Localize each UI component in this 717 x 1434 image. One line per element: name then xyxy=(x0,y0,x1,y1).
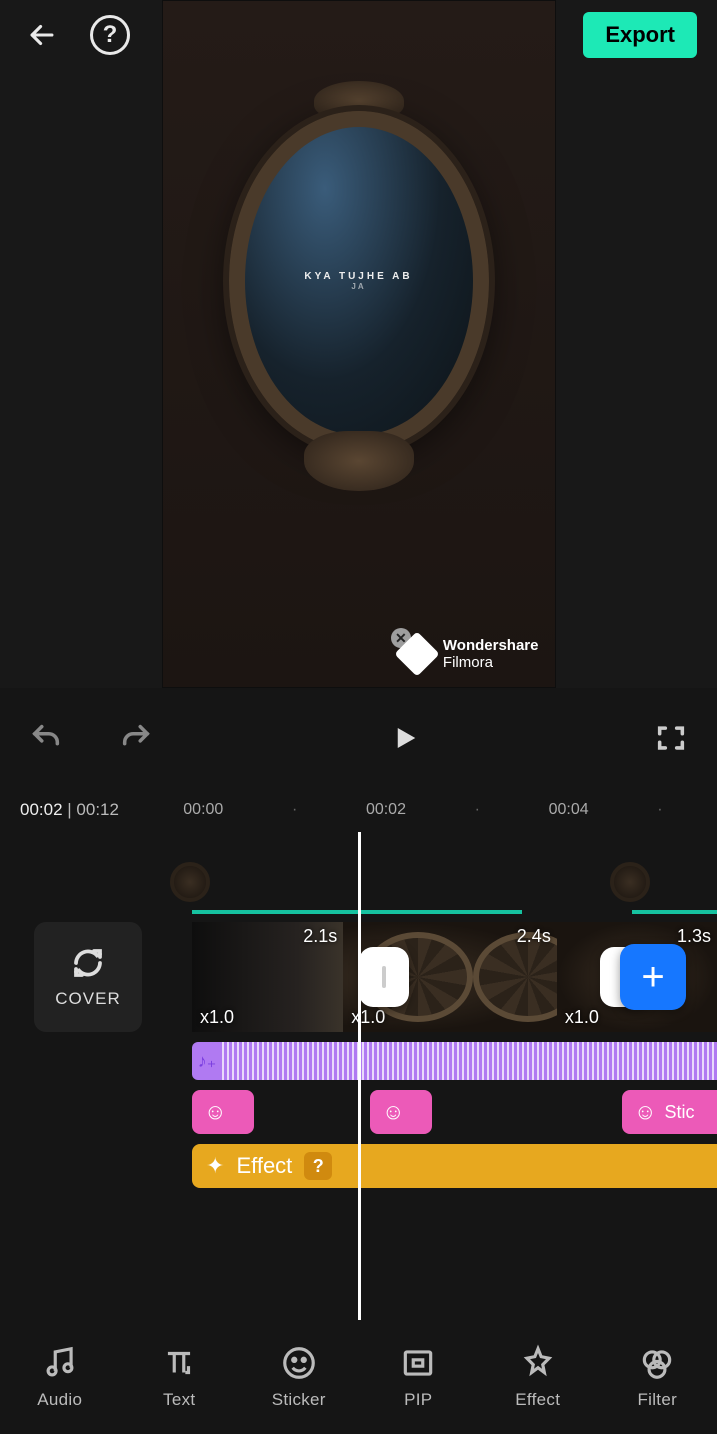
help-button[interactable]: ? xyxy=(90,15,130,55)
tool-filter[interactable]: Filter xyxy=(598,1320,717,1434)
tool-text[interactable]: Text xyxy=(120,1320,240,1434)
redo-button[interactable] xyxy=(114,716,158,760)
fullscreen-button[interactable] xyxy=(649,716,693,760)
clip-speed: x1.0 xyxy=(200,1007,234,1028)
effect-icon xyxy=(519,1344,557,1382)
clip-duration: 2.1s xyxy=(303,926,337,947)
watermark-text: Wondershare Filmora xyxy=(443,637,539,671)
marker-row xyxy=(160,862,717,902)
music-note-icon: ♪₊ xyxy=(192,1051,222,1072)
tool-audio[interactable]: Audio xyxy=(0,1320,120,1434)
bottom-toolbar: Audio Text Sticker PIP Effect Filter xyxy=(0,1320,717,1434)
clip-speed: x1.0 xyxy=(565,1007,599,1028)
sticker-label: Stic xyxy=(664,1102,694,1123)
effect-label: Effect xyxy=(236,1153,292,1179)
help-icon: ? xyxy=(103,21,118,49)
back-button[interactable] xyxy=(20,13,64,57)
export-button[interactable]: Export xyxy=(583,12,697,58)
clip-marker[interactable] xyxy=(610,862,650,902)
cover-label: COVER xyxy=(55,989,120,1009)
preview-canvas[interactable]: KYA TUJHE AB JA ✕ Wondershare Filmora xyxy=(163,1,555,687)
marker-line xyxy=(632,910,717,914)
tool-effect[interactable]: Effect xyxy=(478,1320,598,1434)
plus-icon: + xyxy=(641,955,664,1000)
transition-handle[interactable] xyxy=(359,947,409,1007)
effect-clip[interactable]: ✦ Effect ? xyxy=(192,1144,717,1188)
cover-button[interactable]: COVER xyxy=(34,922,142,1032)
sticker-face-icon: ☺ xyxy=(204,1099,226,1125)
filter-icon xyxy=(638,1344,676,1382)
playhead[interactable] xyxy=(358,832,361,1320)
sticker-clip[interactable]: ☺ xyxy=(370,1090,432,1134)
effect-help-badge[interactable]: ? xyxy=(304,1152,332,1180)
tool-sticker[interactable]: Sticker xyxy=(239,1320,359,1434)
audio-icon xyxy=(41,1344,79,1382)
marker-line xyxy=(192,910,522,914)
video-clip[interactable]: 2.1s x1.0 xyxy=(192,922,343,1032)
watermark[interactable]: ✕ Wondershare Filmora xyxy=(401,637,539,671)
sticker-face-icon: ☺ xyxy=(382,1099,404,1125)
sparkle-icon: ✦ xyxy=(206,1153,224,1179)
text-icon xyxy=(160,1344,198,1382)
video-preview-area: KYA TUJHE AB JA ✕ Wondershare Filmora xyxy=(0,0,717,688)
sticker-clip[interactable]: ☺ xyxy=(192,1090,254,1134)
refresh-icon xyxy=(70,945,106,981)
timeline-ruler[interactable]: 00:00 · 00:02 · 00:04 · xyxy=(149,801,697,819)
timeline[interactable]: COVER 2.1s x1.0 2.4s x1.0 1.3s x1.0 xyxy=(0,832,717,1320)
clip-speed: x1.0 xyxy=(351,1007,385,1028)
audio-track[interactable]: ♪₊ xyxy=(192,1042,717,1080)
timecode-display: 00:02 | 00:12 xyxy=(20,800,119,820)
sticker-icon xyxy=(280,1344,318,1382)
audio-waveform xyxy=(222,1042,717,1080)
clip-marker[interactable] xyxy=(170,862,210,902)
sticker-face-icon: ☺ xyxy=(634,1099,656,1125)
add-clip-button[interactable]: + xyxy=(620,944,686,1010)
sticker-clip[interactable]: ☺ Stic xyxy=(622,1090,717,1134)
preview-overlay-text: KYA TUJHE AB JA xyxy=(304,271,412,291)
tool-pip[interactable]: PIP xyxy=(359,1320,479,1434)
clip-duration: 1.3s xyxy=(677,926,711,947)
clip-duration: 2.4s xyxy=(517,926,551,947)
play-button[interactable] xyxy=(382,716,426,760)
preview-content: KYA TUJHE AB JA xyxy=(229,111,489,451)
pip-icon xyxy=(399,1344,437,1382)
undo-button[interactable] xyxy=(24,716,68,760)
